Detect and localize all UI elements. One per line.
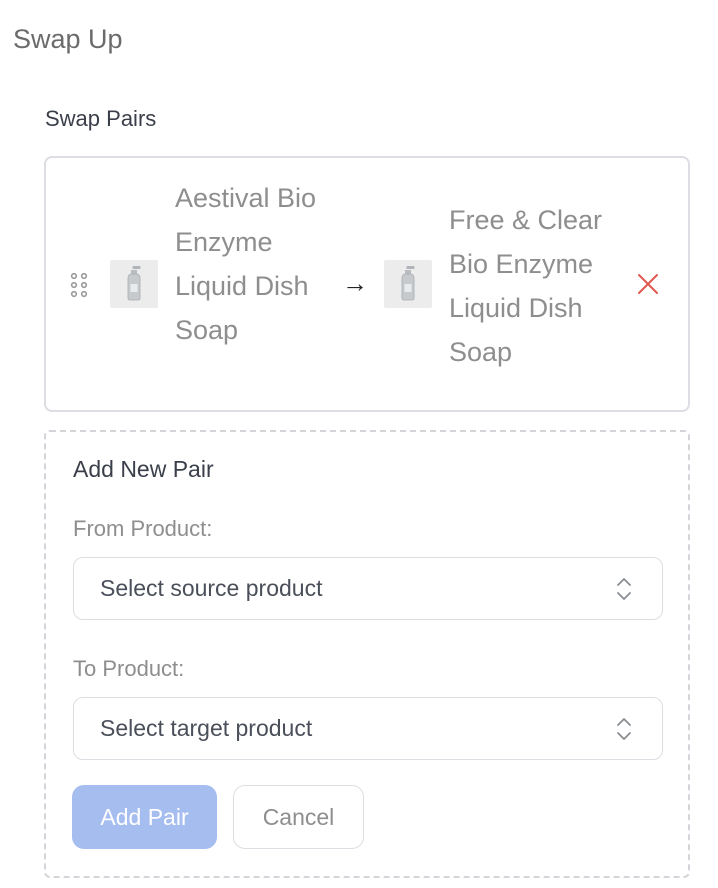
to-product-select[interactable]: Select target product <box>73 697 663 760</box>
chevron-up-down-icon <box>617 718 631 740</box>
add-new-pair-panel: Add New Pair From Product: Select source… <box>44 430 690 878</box>
add-new-pair-title: Add New Pair <box>73 456 214 482</box>
from-product-select-placeholder: Select source product <box>100 575 323 601</box>
dish-soap-bottle-icon <box>401 266 415 301</box>
section-title-swap-pairs: Swap Pairs <box>45 106 157 131</box>
to-product-name: Free & Clear Bio Enzyme Liquid Dish Soap <box>449 205 603 367</box>
add-pair-button[interactable]: Add Pair <box>72 785 217 849</box>
remove-pair-close-icon[interactable] <box>636 272 660 296</box>
dish-soap-bottle-icon <box>127 266 141 301</box>
cancel-button[interactable]: Cancel <box>233 785 364 849</box>
chevron-up-down-icon <box>617 578 631 600</box>
page-title: Swap Up <box>13 24 123 54</box>
from-product-name: Aestival Bio Enzyme Liquid Dish Soap <box>175 183 317 345</box>
to-product-thumbnail <box>384 260 432 308</box>
from-product-select[interactable]: Select source product <box>73 557 663 620</box>
swap-arrow: → <box>342 268 368 298</box>
to-product-select-placeholder: Select target product <box>100 715 313 741</box>
from-product-thumbnail <box>110 260 158 308</box>
to-product-label: To Product: <box>73 656 185 681</box>
drag-handle-icon[interactable] <box>70 272 88 298</box>
from-product-label: From Product: <box>73 516 213 541</box>
swap-pair-card: Aestival Bio Enzyme Liquid Dish Soap → F… <box>44 156 690 412</box>
